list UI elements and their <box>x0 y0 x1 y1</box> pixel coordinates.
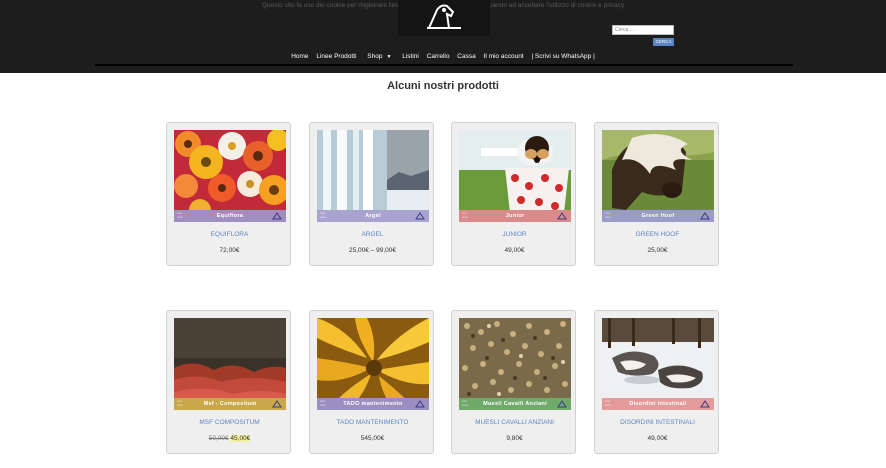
horse-logo-icon <box>427 4 461 29</box>
product-image[interactable]: ▪▪▪▪▪ ▪▪▪▪▪▪ Muesli Cavalli Anziani <box>459 318 571 410</box>
brand-mark-icon <box>272 212 282 220</box>
brand-mark-icon <box>557 212 567 220</box>
product-banner: ▪▪▪▪▪ ▪▪▪▪▪▪ Argel <box>317 210 429 222</box>
product-card-junior[interactable]: ▪▪▪▪▪ ▪▪▪▪▪▪ Junior JUNIOR 49,00€ <box>451 122 576 266</box>
husky-dogs-in-snow-image <box>602 318 714 410</box>
product-image[interactable]: ▪▪▪▪▪ ▪▪▪▪▪▪ Msf - Compositum <box>174 318 286 410</box>
search-button[interactable]: CERCA <box>653 38 674 46</box>
chevron-down-icon: ▼ <box>386 54 392 60</box>
banner-label: Msf - Compositum <box>203 401 257 407</box>
red-heather-field-image <box>174 318 286 410</box>
nav-item-carrello[interactable]: Carrello <box>427 53 450 60</box>
banner-label: Muesli Cavalli Anziani <box>483 401 547 407</box>
brand-mark-icon <box>415 400 425 408</box>
nav-item-cassa[interactable]: Cassa <box>457 53 475 60</box>
product-image[interactable]: ▪▪▪▪▪ ▪▪▪▪▪▪ Disordini intestinali <box>602 318 714 410</box>
white-maned-pony-image <box>602 130 714 222</box>
nav-item-shop-label: Shop <box>367 53 383 60</box>
site-header: Questo sito fa uso dei cookie per miglio… <box>0 0 886 73</box>
product-price: 50,00€ 45,00€ <box>167 435 292 442</box>
product-price: 9,80€ <box>506 435 523 442</box>
product-price: 25,00€ <box>647 247 668 254</box>
product-banner: ▪▪▪▪▪ ▪▪▪▪▪▪ Green Hoof <box>602 210 714 222</box>
frozen-waterfall-image <box>317 130 429 222</box>
product-price: 72,00€ <box>219 247 240 254</box>
product-card-green-hoof[interactable]: ▪▪▪▪▪ ▪▪▪▪▪▪ Green Hoof GREEN HOOF 25,00€ <box>594 122 719 266</box>
banner-label: Disordini intestinali <box>629 401 687 407</box>
nav-item-whatsapp[interactable]: | Scrivi su WhatsApp | <box>531 53 594 60</box>
banner-label: Green Hoof <box>641 213 675 219</box>
banner-label: Argel <box>365 213 381 219</box>
page-title: Alcuni nostri prodotti <box>387 80 499 92</box>
banner-label: TADO mantenimento <box>343 401 403 407</box>
product-banner: ▪▪▪▪▪ ▪▪▪▪▪▪ Muesli Cavalli Anziani <box>459 398 571 410</box>
product-card-muesli-cavalli-anziani[interactable]: ▪▪▪▪▪ ▪▪▪▪▪▪ Muesli Cavalli Anziani MUESL… <box>451 310 576 454</box>
product-price: 25,00€ – 99,00€ <box>349 247 396 254</box>
product-image[interactable]: ▪▪▪▪▪ ▪▪▪▪▪▪ Junior <box>459 130 571 222</box>
product-image[interactable]: ▪▪▪▪▪ ▪▪▪▪▪▪ Green Hoof <box>602 130 714 222</box>
product-card-equiflora[interactable]: ▪▪▪▪▪ ▪▪▪▪▪▪ Equiflora EQUIFLORA 72,00€ <box>166 122 291 266</box>
product-title-link[interactable]: MSF COMPOSITUM <box>167 419 292 426</box>
product-banner: ▪▪▪▪▪ ▪▪▪▪▪▪ Junior <box>459 210 571 222</box>
banner-label: Equiflora <box>216 213 244 219</box>
product-image[interactable]: ▪▪▪▪▪ ▪▪▪▪▪▪ Argel <box>317 130 429 222</box>
product-title-link[interactable]: DISORDINI INTESTINALI <box>595 419 720 426</box>
product-card-tado-mantenimento[interactable]: ▪▪▪▪▪ ▪▪▪▪▪▪ TADO mantenimento TADO MANTE… <box>309 310 434 454</box>
muesli-grain-mix-image <box>459 318 571 410</box>
product-title-link[interactable]: GREEN HOOF <box>595 231 720 238</box>
product-image[interactable]: ▪▪▪▪▪ ▪▪▪▪▪▪ Equiflora <box>174 130 286 222</box>
product-price: 545,00€ <box>360 435 385 442</box>
brand-mark-icon <box>272 400 282 408</box>
orange-gerbera-flowers-image <box>174 130 286 222</box>
brand-mark-icon <box>700 212 710 220</box>
product-banner: ▪▪▪▪▪ ▪▪▪▪▪▪ Msf - Compositum <box>174 398 286 410</box>
product-banner: ▪▪▪▪▪ ▪▪▪▪▪▪ Disordini intestinali <box>602 398 714 410</box>
yellow-flower-petals-image <box>317 318 429 410</box>
product-title-link[interactable]: EQUIFLORA <box>167 231 292 238</box>
search-input[interactable]: Cerca ... <box>612 25 674 35</box>
product-title-link[interactable]: TADO MANTENIMENTO <box>310 419 435 426</box>
header-divider <box>95 64 793 66</box>
product-image[interactable]: ▪▪▪▪▪ ▪▪▪▪▪▪ TADO mantenimento <box>317 318 429 410</box>
product-title-link[interactable]: JUNIOR <box>452 231 577 238</box>
nav-item-listini[interactable]: Listini <box>402 53 419 60</box>
product-price: 49,00€ <box>647 435 668 442</box>
product-banner: ▪▪▪▪▪ ▪▪▪▪▪▪ TADO mantenimento <box>317 398 429 410</box>
puppy-in-polka-dot-cup-image <box>459 130 571 222</box>
product-card-msf-compositum[interactable]: ▪▪▪▪▪ ▪▪▪▪▪▪ Msf - Compositum MSF COMPOSI… <box>166 310 291 454</box>
nav-item-linee-prodotti[interactable]: Linee Prodotti <box>316 53 356 60</box>
price-sale: 45,00€ <box>230 435 251 442</box>
nav-item-shop[interactable]: Shop ▼ <box>364 53 394 60</box>
brand-mark-icon <box>700 400 710 408</box>
price-old: 50,00€ <box>208 435 229 442</box>
nav-item-account[interactable]: Il mio account <box>484 53 524 60</box>
nav-item-home[interactable]: Home <box>291 53 308 60</box>
product-title-link[interactable]: ARGEL <box>310 231 435 238</box>
brand-mark-icon <box>557 400 567 408</box>
site-logo[interactable] <box>398 0 490 36</box>
product-title-link[interactable]: MUESLI CAVALLI ANZIANI <box>452 419 577 426</box>
product-price: 49,00€ <box>504 247 525 254</box>
product-card-disordini-intestinali[interactable]: ▪▪▪▪▪ ▪▪▪▪▪▪ Disordini intestinali DISORD… <box>594 310 719 454</box>
product-card-argel[interactable]: ▪▪▪▪▪ ▪▪▪▪▪▪ Argel ARGEL 25,00€ – 99,00€ <box>309 122 434 266</box>
banner-label: Junior <box>505 213 525 219</box>
product-banner: ▪▪▪▪▪ ▪▪▪▪▪▪ Equiflora <box>174 210 286 222</box>
brand-mark-icon <box>415 212 425 220</box>
